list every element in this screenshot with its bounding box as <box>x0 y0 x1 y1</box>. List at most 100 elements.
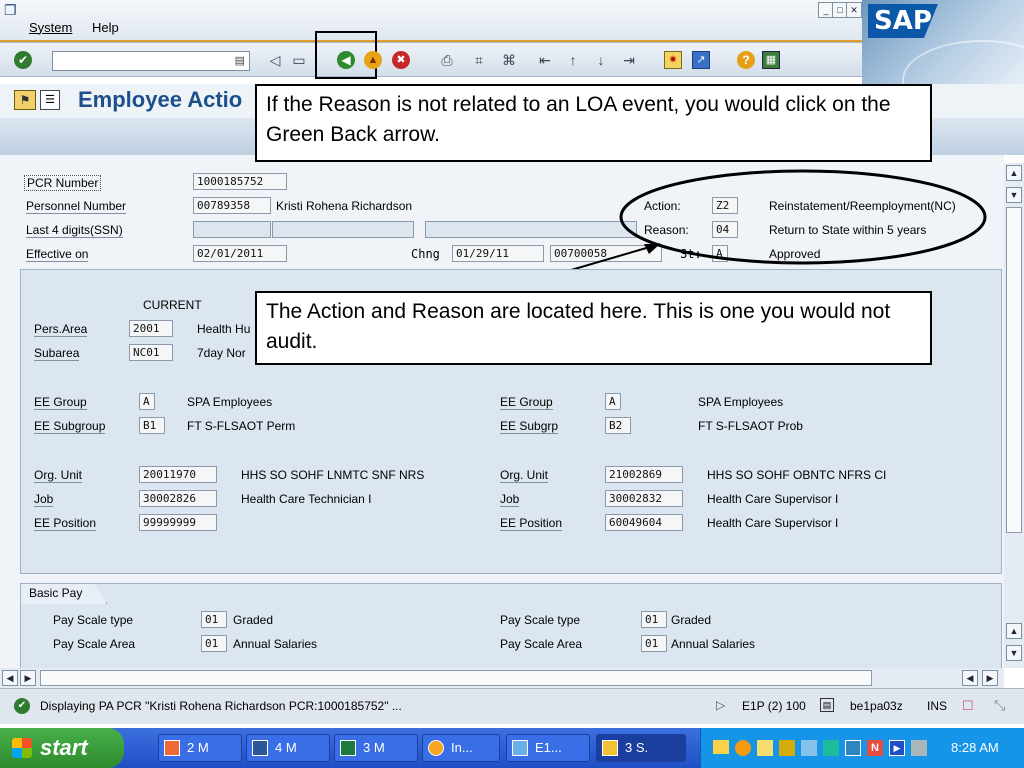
action-reason-highlight <box>619 169 987 265</box>
pcr-number-field[interactable]: 1000185752 <box>193 173 287 190</box>
find-next-icon[interactable]: ⌘ <box>500 51 518 69</box>
callout-back-arrow: If the Reason is not related to an LOA e… <box>255 84 932 162</box>
layout-icon[interactable]: ▦ <box>762 51 780 69</box>
status-system-list-icon[interactable]: ▤ <box>820 698 834 712</box>
ee-group-field[interactable]: A <box>139 393 155 410</box>
ee-subgroup-field[interactable]: B1 <box>139 417 165 434</box>
status-system: E1P (2) 100 <box>742 699 806 713</box>
new-pay-scale-area-field[interactable]: 01 <box>641 635 667 652</box>
subarea-field[interactable]: NC01 <box>129 344 173 361</box>
new-job-field[interactable]: 30002832 <box>605 490 683 507</box>
sap-gui-icon <box>512 740 528 756</box>
pcr-number-label: PCR Number <box>24 175 102 191</box>
taskbar-item-word[interactable]: 4 M <box>246 734 330 762</box>
network-icon[interactable] <box>801 740 817 756</box>
pers-area-text: Health Hu <box>197 322 251 336</box>
pers-area-field[interactable]: 2001 <box>129 320 173 337</box>
new-ee-subgroup-label: EE Subgrp <box>500 419 559 434</box>
media-icon[interactable]: ▶ <box>889 740 905 756</box>
status-server: be1pa03z <box>850 699 903 713</box>
taskbar-item-inbox[interactable]: In... <box>422 734 500 762</box>
security-icon[interactable] <box>911 740 927 756</box>
callout-back-arrow-text: If the Reason is not related to an LOA e… <box>266 93 891 146</box>
pay-scale-area-label: Pay Scale Area <box>53 637 136 651</box>
taskbar-item-excel[interactable]: 3 M <box>334 734 418 762</box>
scroll-down-bottom-icon[interactable]: ▼ <box>1006 645 1022 661</box>
menu-help[interactable]: Help <box>92 20 119 35</box>
last-page-icon[interactable]: ⇥ <box>620 51 638 69</box>
scroll-up-icon[interactable]: ▲ <box>1006 165 1022 181</box>
collapse-icon[interactable]: ◁ <box>266 51 284 69</box>
mail-icon[interactable] <box>713 740 729 754</box>
command-field[interactable]: ▤ <box>52 51 250 71</box>
status-expand-icon[interactable]: ▷ <box>716 698 725 712</box>
effective-on-field[interactable]: 02/01/2011 <box>193 245 287 262</box>
new-ee-group-text: SPA Employees <box>698 395 784 409</box>
prev-page-icon[interactable]: ↑ <box>564 51 582 69</box>
window-menu-icon[interactable]: ❐ <box>4 2 17 19</box>
horizontal-scrollbar[interactable]: ◀ ▶ ◀ ▶ <box>0 668 1004 688</box>
new-session-icon[interactable]: ✷ <box>664 51 682 69</box>
personnel-number-field[interactable]: 00789358 <box>193 197 271 214</box>
pay-scale-type-field[interactable]: 01 <box>201 611 227 628</box>
system-tray: N ▶ 8:28 AM <box>700 728 1024 768</box>
org-unit-field[interactable]: 20011970 <box>139 466 217 483</box>
inbox-icon <box>428 740 444 756</box>
ssn-extra-field-2[interactable] <box>425 221 637 238</box>
clock-app-icon[interactable] <box>735 740 751 756</box>
logo-swirl <box>902 40 1024 86</box>
taskbar-item-outlook[interactable]: 2 M <box>158 734 242 762</box>
shortcut-icon[interactable]: ↗ <box>692 51 710 69</box>
pay-scale-area-field[interactable]: 01 <box>201 635 227 652</box>
scroll-up-bottom-icon[interactable]: ▲ <box>1006 623 1022 639</box>
exit-icon[interactable]: ▲ <box>364 51 382 69</box>
ee-position-field[interactable]: 99999999 <box>139 514 217 531</box>
current-label: CURRENT <box>143 298 202 312</box>
display-icon[interactable] <box>845 740 861 756</box>
tools-icon[interactable] <box>779 740 795 756</box>
basic-pay-panel: Basic Pay Pay Scale type 01 Graded Pay S… <box>20 583 1002 673</box>
scroll-right-icon[interactable]: ▶ <box>20 670 36 686</box>
job-field[interactable]: 30002826 <box>139 490 217 507</box>
doc-icon: ☰ <box>40 90 60 110</box>
new-ee-group-field[interactable]: A <box>605 393 621 410</box>
vertical-scrollbar[interactable]: ▲ ▼ ▲ ▼ <box>1004 163 1024 668</box>
print-icon[interactable]: ⎙ <box>438 51 456 69</box>
n-app-icon[interactable]: N <box>867 740 883 756</box>
scroll-down-icon[interactable]: ▼ <box>1006 187 1022 203</box>
new-ee-position-text: Health Care Supervisor I <box>707 516 839 530</box>
command-history-icon[interactable]: ▤ <box>235 54 245 67</box>
pay-scale-type-text: Graded <box>233 613 274 627</box>
help-icon[interactable]: ? <box>737 51 755 69</box>
taskbar-item-sessions[interactable]: 3 S. <box>596 734 686 762</box>
enter-icon[interactable]: ✔ <box>14 51 32 69</box>
cancel-icon[interactable]: ✖ <box>392 51 410 69</box>
find-icon[interactable]: ⌗ <box>470 51 488 69</box>
new-pay-scale-area-label: Pay Scale Area <box>500 637 583 651</box>
taskbar-item-sap[interactable]: E1... <box>506 734 590 762</box>
back-icon[interactable]: ◀ <box>337 51 355 69</box>
save-icon[interactable]: ▭ <box>290 51 308 69</box>
next-page-icon[interactable]: ↓ <box>592 51 610 69</box>
ssn-extra-field-1[interactable] <box>272 221 414 238</box>
pcr-icon: ⚑ <box>14 90 36 110</box>
scroll-right-right-icon[interactable]: ▶ <box>982 670 998 686</box>
new-org-unit-field[interactable]: 21002869 <box>605 466 683 483</box>
notes-icon[interactable] <box>757 740 773 756</box>
first-page-icon[interactable]: ⇤ <box>536 51 554 69</box>
basic-pay-tab[interactable]: Basic Pay <box>21 584 108 604</box>
ssn-field[interactable] <box>193 221 271 238</box>
close-icon[interactable]: ✕ <box>846 2 862 18</box>
resize-grip-icon[interactable]: ⤡ <box>994 697 1005 714</box>
page-title: Employee Actio <box>78 87 243 112</box>
people-icon[interactable] <box>823 740 839 756</box>
scroll-left-icon[interactable]: ◀ <box>2 670 18 686</box>
start-button[interactable]: start <box>0 728 124 768</box>
menu-system[interactable]: System <box>29 20 72 35</box>
scroll-left-right-icon[interactable]: ◀ <box>962 670 978 686</box>
new-ee-position-field[interactable]: 60049604 <box>605 514 683 531</box>
h-scroll-thumb[interactable] <box>40 670 872 686</box>
new-ee-subgroup-field[interactable]: B2 <box>605 417 631 434</box>
new-pay-scale-type-field[interactable]: 01 <box>641 611 667 628</box>
scroll-thumb[interactable] <box>1006 207 1022 533</box>
